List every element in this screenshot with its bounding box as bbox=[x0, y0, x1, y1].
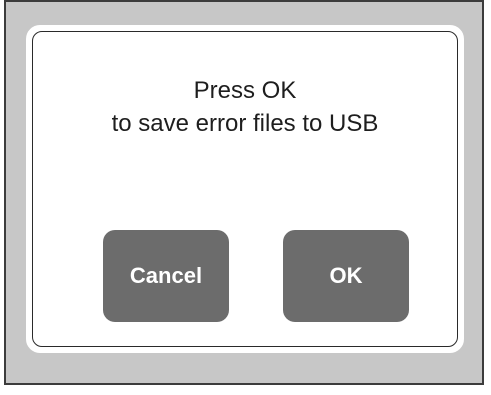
dialog-message: Press OK to save error files to USB bbox=[33, 74, 457, 140]
save-error-files-dialog: Press OK to save error files to USB Canc… bbox=[26, 25, 464, 353]
device-screen: Press OK to save error files to USB Canc… bbox=[4, 0, 484, 385]
cancel-button[interactable]: Cancel bbox=[103, 230, 229, 322]
message-line-1: Press OK bbox=[193, 77, 297, 104]
dialog-border: Press OK to save error files to USB Canc… bbox=[32, 31, 458, 347]
ok-button[interactable]: OK bbox=[283, 230, 409, 322]
message-line-2: to save error files to USB bbox=[111, 110, 379, 137]
